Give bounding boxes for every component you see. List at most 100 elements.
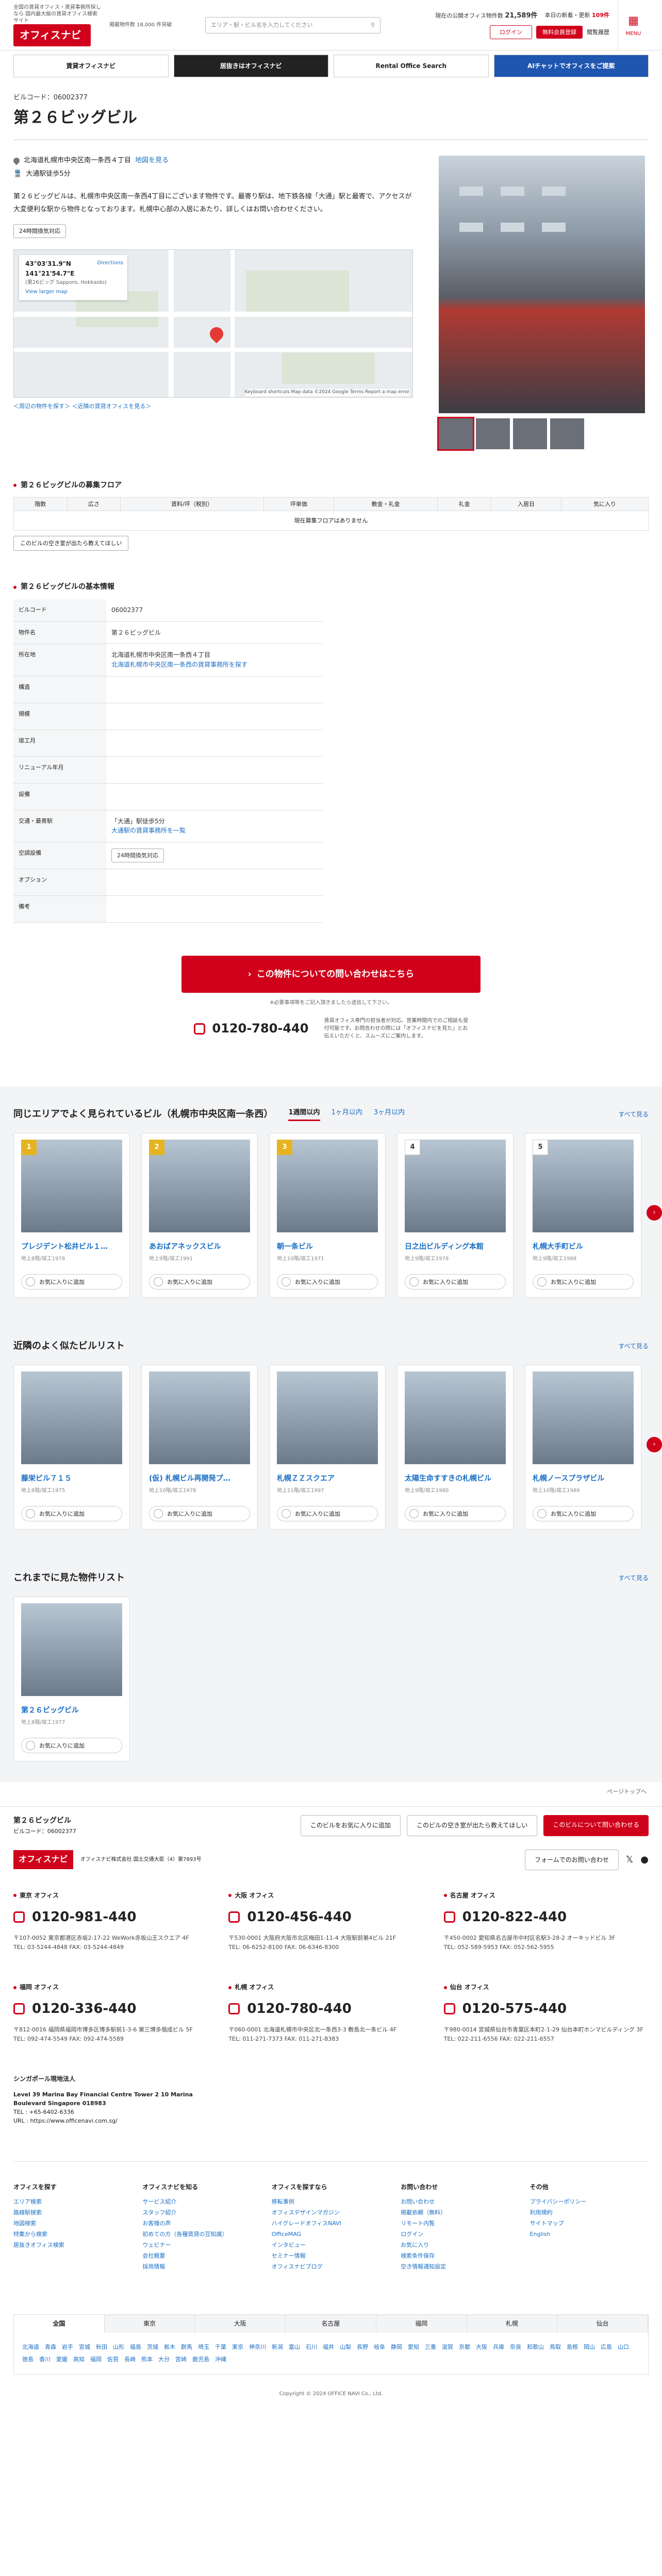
- footer-link[interactable]: OfficeMAG: [272, 2230, 390, 2239]
- card-name[interactable]: あおばアネックスビル: [149, 1242, 250, 1253]
- building-card[interactable]: 5 札幌大手町ビル 地上9階/竣工1988 お気に入りに追加: [525, 1133, 641, 1298]
- see-all-link[interactable]: すべて見る: [618, 1342, 649, 1351]
- carousel-next-button[interactable]: ›: [647, 1437, 662, 1453]
- site-logo[interactable]: オフィスナビ: [13, 24, 91, 46]
- search-input[interactable]: エリア・駅・ビル名を入力してください ⚲: [205, 16, 380, 33]
- tab-area[interactable]: 仙台: [557, 2315, 648, 2333]
- footer-link[interactable]: お気に入り: [401, 2241, 519, 2249]
- bar-inquire-button[interactable]: このビルについて問い合わせる: [543, 1815, 649, 1836]
- banner-ai[interactable]: AIチャットでオフィスをご提案: [493, 55, 649, 77]
- search-icon[interactable]: ⚲: [371, 21, 375, 29]
- footer-link[interactable]: プライバシーポリシー: [530, 2197, 649, 2206]
- building-card[interactable]: 第２６ビッグビル 地上8階/竣工1977 お気に入りに追加: [13, 1596, 130, 1761]
- page-top-button[interactable]: ページトップへ: [0, 1782, 662, 1796]
- carousel-next-button[interactable]: ›: [647, 1205, 662, 1221]
- tab-area[interactable]: 大阪: [195, 2315, 286, 2333]
- favorite-button[interactable]: お気に入りに追加: [21, 1738, 122, 1754]
- footer-link[interactable]: お客様の声: [142, 2219, 261, 2228]
- office-tel[interactable]: 0120-780-440: [228, 1998, 433, 2019]
- card-name[interactable]: 第２６ビッグビル: [21, 1705, 122, 1717]
- building-card[interactable]: 1 プレジデント松井ビル１… 地上8階/竣工1978 お気に入りに追加: [13, 1133, 130, 1298]
- building-card[interactable]: 札幌ＺＺスクエア 地上11階/竣工1997 お気に入りに追加: [269, 1365, 386, 1530]
- form-inquiry-button[interactable]: フォームでのお問い合わせ: [525, 1849, 619, 1871]
- tab-1month[interactable]: 1ヶ月以内: [332, 1108, 362, 1121]
- bar-notify-button[interactable]: このビルの空き室が出たら教えてほしい: [406, 1815, 538, 1836]
- see-all-link[interactable]: すべて見る: [618, 1573, 649, 1583]
- building-photo[interactable]: [439, 155, 645, 413]
- notify-vacancy-button[interactable]: このビルの空き室が出たら教えてほしい: [13, 536, 129, 551]
- footer-link[interactable]: 初めての方（各種賃貸の豆知識）: [142, 2230, 261, 2239]
- footer-link[interactable]: セミナー情報: [272, 2251, 390, 2260]
- favorite-button[interactable]: お気に入りに追加: [149, 1274, 250, 1290]
- card-name[interactable]: 朝一条ビル: [277, 1242, 378, 1253]
- building-card[interactable]: (仮) 札幌ビル再開発プ… 地上10階/竣工1978 お気に入りに追加: [141, 1365, 258, 1530]
- card-name[interactable]: 札幌ＺＺスクエア: [277, 1473, 378, 1485]
- tel-number[interactable]: 0120-780-440: [193, 1019, 308, 1038]
- thumbnail[interactable]: [437, 416, 474, 451]
- footer-link[interactable]: 特集から検索: [13, 2230, 132, 2239]
- today-count[interactable]: 109件: [592, 12, 609, 19]
- card-name[interactable]: プレジデント松井ビル１…: [21, 1242, 122, 1253]
- favorite-button[interactable]: お気に入りに追加: [533, 1274, 634, 1290]
- footer-link[interactable]: ウェビナー: [142, 2241, 261, 2249]
- tab-area[interactable]: 東京: [104, 2315, 195, 2333]
- footer-link[interactable]: English: [530, 2230, 649, 2239]
- office-tel[interactable]: 0120-822-440: [443, 1907, 649, 1927]
- footer-link[interactable]: 空き情報通知設定: [401, 2262, 519, 2271]
- footer-link[interactable]: 利用規約: [530, 2208, 649, 2217]
- building-card[interactable]: 札幌ノースプラザビル 地上10階/竣工1989 お気に入りに追加: [525, 1365, 641, 1530]
- sg-url[interactable]: URL : https://www.officenavi.com.sg/: [13, 2116, 649, 2125]
- see-all-link[interactable]: すべて見る: [618, 1110, 649, 1120]
- map-directions[interactable]: Directions: [97, 259, 123, 267]
- inquiry-button[interactable]: › この物件についての問い合わせはこちら: [181, 955, 481, 993]
- banner-rental[interactable]: Rental Office Search: [334, 55, 489, 77]
- favorite-button[interactable]: お気に入りに追加: [277, 1506, 378, 1522]
- tab-area[interactable]: 全国: [14, 2315, 105, 2333]
- office-tel[interactable]: 0120-456-440: [228, 1907, 433, 1927]
- favorite-button[interactable]: お気に入りに追加: [21, 1274, 122, 1290]
- favorite-button[interactable]: お気に入りに追加: [21, 1506, 122, 1522]
- building-card[interactable]: 4 日之出ビルディング本館 地上9階/竣工1978 お気に入りに追加: [397, 1133, 514, 1298]
- nearby-search-links[interactable]: ＜周辺の物件を探す＞ ＜近隣の賃貸オフィスを見る＞: [13, 403, 151, 410]
- register-button[interactable]: 無料会員登録: [536, 26, 583, 39]
- google-map[interactable]: 43°03'31.9"N 141°21'54.7"E (第26ビッグ Sappo…: [13, 249, 413, 398]
- card-name[interactable]: 札幌大手町ビル: [533, 1242, 634, 1253]
- map-link[interactable]: 地図を見る: [135, 156, 169, 166]
- building-card[interactable]: 3 朝一条ビル 地上10階/竣工1971 お気に入りに追加: [269, 1133, 386, 1298]
- card-name[interactable]: (仮) 札幌ビル再開発プ…: [149, 1473, 250, 1485]
- card-name[interactable]: 藤栄ビル７１５: [21, 1473, 122, 1485]
- tab-area[interactable]: 名古屋: [286, 2315, 376, 2333]
- favorite-button[interactable]: お気に入りに追加: [533, 1506, 634, 1522]
- office-tel[interactable]: 0120-336-440: [13, 1998, 218, 2019]
- footer-link[interactable]: 路線駅検索: [13, 2208, 132, 2217]
- map-links[interactable]: ＜周辺の物件を探す＞ ＜近隣の賃貸オフィスを見る＞: [13, 402, 413, 411]
- login-button[interactable]: ログイン: [490, 25, 532, 40]
- footer-link[interactable]: ハイグレードオフィスNAVI: [272, 2219, 390, 2228]
- footer-link[interactable]: リモート内覧: [401, 2219, 519, 2228]
- tab-area[interactable]: 福岡: [376, 2315, 467, 2333]
- favorite-button[interactable]: お気に入りに追加: [405, 1506, 506, 1522]
- footer-link[interactable]: お問い合わせ: [401, 2197, 519, 2206]
- map-marker-icon[interactable]: [207, 324, 226, 344]
- menu-button[interactable]: ▦ MENU: [618, 0, 649, 50]
- thumbnail[interactable]: [513, 418, 547, 449]
- footer-link[interactable]: サイトマップ: [530, 2219, 649, 2228]
- logo-area[interactable]: 全国の賃貸オフィス・賃貸事務所探しなら 国内最大級の賃貸オフィス検索サイト オフ…: [13, 4, 101, 46]
- footer-link[interactable]: 検索条件保存: [401, 2251, 519, 2260]
- footer-link[interactable]: 移転事例: [272, 2197, 390, 2206]
- info-link[interactable]: 北海道札幌市中央区南一条西の賃貸事務所を探す: [111, 661, 247, 668]
- footer-link[interactable]: オフィスナビブログ: [272, 2262, 390, 2271]
- building-card[interactable]: 藤栄ビル７１５ 地上8階/竣工1975 お気に入りに追加: [13, 1365, 130, 1530]
- office-tel[interactable]: 0120-575-440: [443, 1998, 649, 2019]
- building-card[interactable]: 2 あおばアネックスビル 地上9階/竣工1991 お気に入りに追加: [141, 1133, 258, 1298]
- tab-area[interactable]: 札幌: [467, 2315, 558, 2333]
- footer-link[interactable]: 居抜きオフィス検索: [13, 2241, 132, 2249]
- footer-link[interactable]: 会社概要: [142, 2251, 261, 2260]
- footer-link[interactable]: オフィスデザインマガジン: [272, 2208, 390, 2217]
- favorite-button[interactable]: お気に入りに追加: [277, 1274, 378, 1290]
- building-card[interactable]: 太陽生命すすきの札幌ビル 地上9階/竣工1980 お気に入りに追加: [397, 1365, 514, 1530]
- footer-link[interactable]: サービス紹介: [142, 2197, 261, 2206]
- history-link[interactable]: 閲覧履歴: [587, 28, 609, 37]
- info-link[interactable]: 大通駅の賃貸事務所を一覧: [111, 827, 186, 834]
- card-name[interactable]: 札幌ノースプラザビル: [533, 1473, 634, 1485]
